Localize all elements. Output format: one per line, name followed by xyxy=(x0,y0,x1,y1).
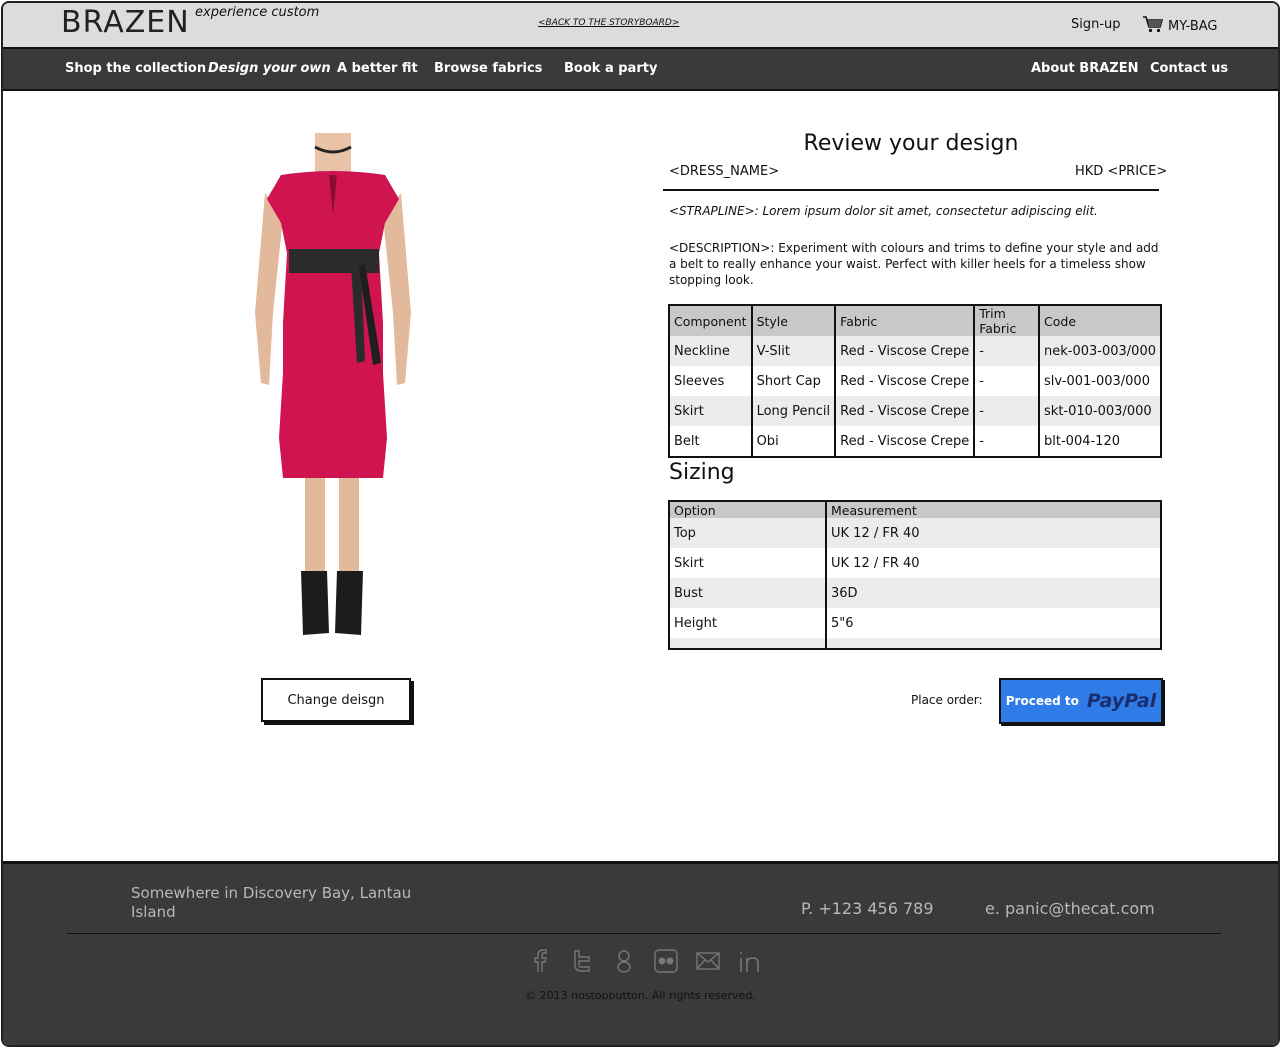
table-cell: Skirt xyxy=(669,548,827,578)
footer-email[interactable]: e. panic@thecat.com xyxy=(985,899,1155,918)
nav-browse-fabrics[interactable]: Browse fabrics xyxy=(434,61,542,76)
shopping-cart-icon xyxy=(1142,15,1164,37)
table-cell: blt-004-120 xyxy=(1044,433,1120,449)
main-nav: Shop the collection Design your own A be… xyxy=(3,47,1278,91)
table-cell: - xyxy=(974,426,1041,457)
table-cell: - xyxy=(974,396,1041,426)
paypal-logo: PayPal xyxy=(1086,690,1157,712)
col-style: Style xyxy=(751,305,837,336)
components-table: Component Style Fabric Trim Fabric Code … xyxy=(668,304,1162,458)
table-cell: - xyxy=(974,366,1041,396)
twitter-icon[interactable] xyxy=(569,948,595,974)
col-option: Option xyxy=(669,501,827,518)
nav-better-fit[interactable]: A better fit xyxy=(337,61,418,76)
table-row: Neckline V-Slit Red - Viscose Crepe - ne… xyxy=(669,336,1161,366)
mail-icon[interactable] xyxy=(695,948,721,974)
table-row: Skirt UK 12 / FR 40 xyxy=(669,548,1161,578)
social-links xyxy=(527,948,763,974)
sizing-title: Sizing xyxy=(669,460,735,485)
table-cell: Red - Viscose Crepe xyxy=(835,366,976,396)
table-cell: UK 12 / FR 40 xyxy=(831,555,920,571)
footer-divider xyxy=(67,933,1221,934)
col-measurement: Measurement xyxy=(826,501,1161,518)
col-code: Code xyxy=(1039,305,1161,336)
footer: Somewhere in Discovery Bay, Lantau Islan… xyxy=(3,861,1278,1045)
table-cell: nek-003-003/000 xyxy=(1039,336,1161,366)
table-row: Height 5"6 xyxy=(669,608,1161,638)
table-cell: Red - Viscose Crepe xyxy=(835,426,976,457)
change-design-button[interactable]: Change deisgn xyxy=(261,678,411,722)
nav-design-your-own[interactable]: Design your own xyxy=(208,61,331,76)
table-cell: Obi xyxy=(751,426,837,457)
table-header-row: Option Measurement xyxy=(669,501,1161,518)
col-component: Component xyxy=(669,305,753,336)
linkedin-icon[interactable] xyxy=(737,948,763,974)
paypal-button-label: Proceed to xyxy=(1005,694,1079,708)
table-row xyxy=(669,638,1161,649)
nav-book-party[interactable]: Book a party xyxy=(564,61,657,76)
table-cell: Height xyxy=(669,608,827,638)
table-cell: 5"6 xyxy=(831,615,854,631)
nav-about[interactable]: About BRAZEN xyxy=(1031,61,1138,76)
back-to-storyboard-link[interactable]: <BACK TO THE STORYBOARD> xyxy=(538,18,679,28)
flickr-icon[interactable] xyxy=(653,948,679,974)
google-plus-icon[interactable] xyxy=(611,948,637,974)
facebook-icon[interactable] xyxy=(527,948,553,974)
table-cell: Red - Viscose Crepe xyxy=(835,336,976,366)
description: <DESCRIPTION>: Experiment with colours a… xyxy=(669,241,1159,287)
table-cell: Short Cap xyxy=(751,366,837,396)
table-row: Sleeves Short Cap Red - Viscose Crepe - … xyxy=(669,366,1161,396)
signup-link[interactable]: Sign-up xyxy=(1071,17,1121,32)
col-fabric: Fabric xyxy=(835,305,976,336)
table-cell: Red - Viscose Crepe xyxy=(835,396,976,426)
table-cell: Top xyxy=(669,518,827,548)
footer-address: Somewhere in Discovery Bay, Lantau Islan… xyxy=(131,884,412,921)
table-cell: V-Slit xyxy=(751,336,837,366)
divider xyxy=(663,189,1159,191)
table-cell: Long Pencil xyxy=(751,396,837,426)
page-frame: BRAZEN experience custom <BACK TO THE ST… xyxy=(1,1,1280,1047)
table-cell: Skirt xyxy=(669,396,753,426)
dress-name: <DRESS_NAME> xyxy=(669,164,780,179)
table-row: Bust 36D xyxy=(669,578,1161,608)
table-cell: slv-001-003/000 xyxy=(1044,373,1150,389)
table-cell: skt-010-003/000 xyxy=(1039,396,1161,426)
top-bar: BRAZEN experience custom <BACK TO THE ST… xyxy=(3,3,1278,47)
table-cell: Belt xyxy=(669,426,753,457)
table-row: Skirt Long Pencil Red - Viscose Crepe - … xyxy=(669,396,1161,426)
nav-shop-collection[interactable]: Shop the collection xyxy=(65,61,206,76)
table-header-row: Component Style Fabric Trim Fabric Code xyxy=(669,305,1161,336)
paypal-button[interactable]: Proceed to PayPal xyxy=(999,678,1163,724)
review-title: Review your design xyxy=(803,131,1019,156)
brand-tagline: experience custom xyxy=(195,5,320,20)
footer-phone: P. +123 456 789 xyxy=(801,899,934,918)
dress-preview-image xyxy=(255,133,411,635)
nav-contact[interactable]: Contact us xyxy=(1150,61,1228,76)
table-row: Belt Obi Red - Viscose Crepe - blt-004-1… xyxy=(669,426,1161,457)
strapline: <STRAPLINE>: Lorem ipsum dolor sit amet,… xyxy=(669,204,1098,218)
brand-logo[interactable]: BRAZEN xyxy=(61,5,190,40)
place-order-label: Place order: xyxy=(911,693,983,707)
my-bag-link[interactable]: MY-BAG xyxy=(1142,15,1218,37)
table-cell: 36D xyxy=(826,578,1161,608)
table-cell: UK 12 / FR 40 xyxy=(826,518,1161,548)
sizing-table: Option Measurement Top UK 12 / FR 40 Ski… xyxy=(668,500,1162,650)
table-cell: Sleeves xyxy=(669,366,753,396)
table-cell: Neckline xyxy=(669,336,753,366)
copyright: © 2013 nostopbutton. All rights reserved… xyxy=(525,989,756,1002)
col-trim-fabric: Trim Fabric xyxy=(974,305,1041,336)
table-cell: - xyxy=(974,336,1041,366)
table-row: Top UK 12 / FR 40 xyxy=(669,518,1161,548)
my-bag-label: MY-BAG xyxy=(1168,18,1218,34)
table-cell: Bust xyxy=(669,578,827,608)
dress-price: HKD <PRICE> xyxy=(1075,164,1168,179)
